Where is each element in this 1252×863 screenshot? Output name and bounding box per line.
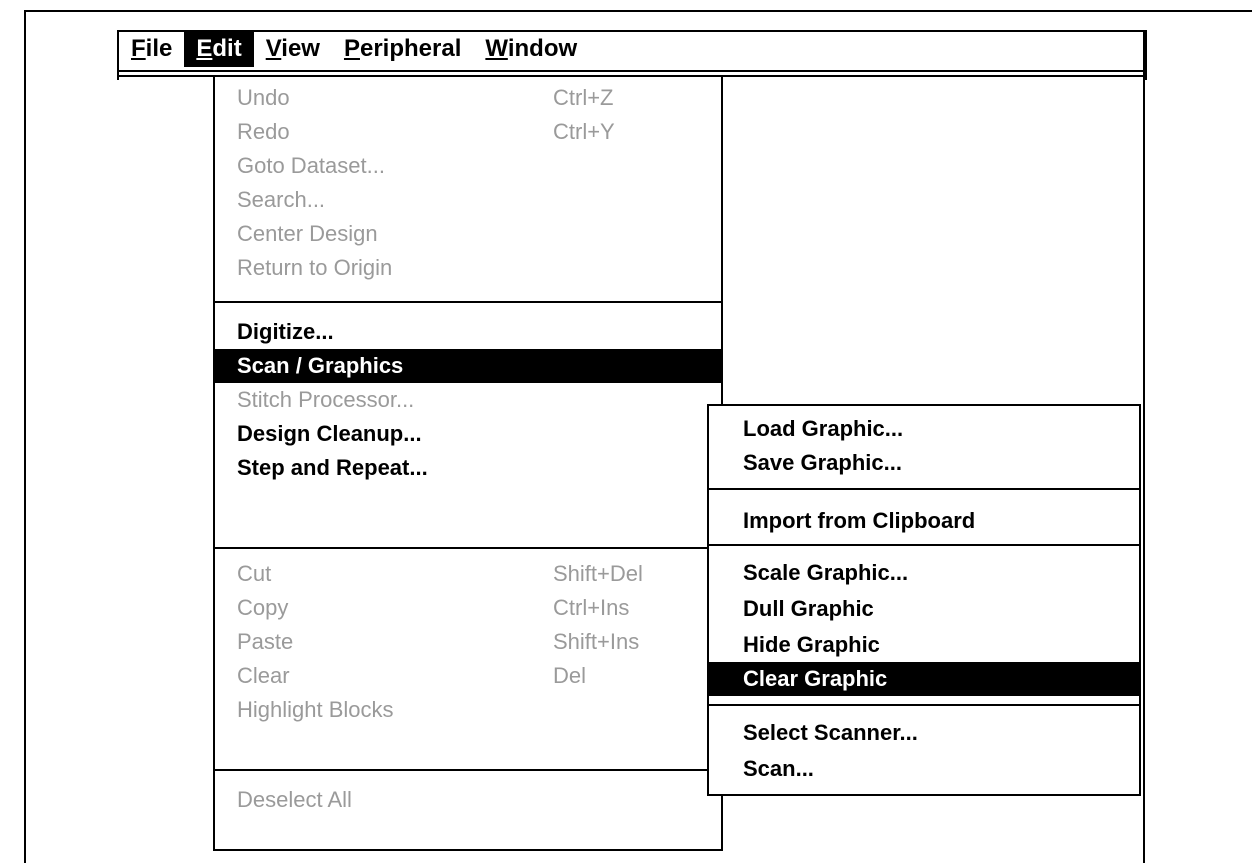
submenu-item-scan[interactable]: Scan... <box>709 752 1139 786</box>
menu-item-label: Scan... <box>743 756 814 781</box>
edit-dropdown: Undo Ctrl+Z Redo Ctrl+Y Goto Dataset... … <box>213 77 723 851</box>
menu-item-label: Stitch Processor... <box>237 387 415 412</box>
menu-item-label: Deselect All <box>237 787 352 812</box>
menubar-rule <box>117 70 1145 72</box>
submenu-item-import-clipboard[interactable]: Import from Clipboard <box>709 504 1139 538</box>
menu-separator <box>215 301 721 303</box>
menu-item-label: Load Graphic... <box>743 416 904 441</box>
submenu-item-load-graphic[interactable]: Load Graphic... <box>709 412 1139 446</box>
submenu-item-hide-graphic[interactable]: Hide Graphic <box>709 628 1139 662</box>
menu-item-label: Paste <box>237 629 294 654</box>
menu-item-label: Design Cleanup... <box>237 421 422 446</box>
menu-item-label: Undo <box>237 85 290 110</box>
outer-frame-top <box>24 10 1252 12</box>
menu-item-scan-graphics[interactable]: Scan / Graphics <box>215 349 721 383</box>
menu-item-digitize[interactable]: Digitize... <box>215 315 721 349</box>
menu-item-copy[interactable]: Copy Ctrl+Ins <box>215 591 721 625</box>
window-right-edge <box>1143 30 1145 863</box>
menu-item-shortcut: Ctrl+Ins <box>553 595 630 620</box>
menu-item-label: Highlight Blocks <box>237 697 394 722</box>
menu-item-label: Select Scanner... <box>743 720 918 745</box>
menu-item-design-cleanup[interactable]: Design Cleanup... <box>215 417 721 451</box>
menu-item-goto-dataset[interactable]: Goto Dataset... <box>215 149 721 183</box>
submenu-item-dull-graphic[interactable]: Dull Graphic <box>709 592 1139 626</box>
menu-item-label: Goto Dataset... <box>237 153 385 178</box>
menu-view[interactable]: View <box>254 31 332 67</box>
menu-item-label: Dull Graphic <box>743 596 874 621</box>
menu-separator <box>215 547 721 549</box>
menu-item-highlight-blocks[interactable]: Highlight Blocks <box>215 693 721 727</box>
menu-item-label: Import from Clipboard <box>743 508 976 533</box>
menu-item-label: Redo <box>237 119 290 144</box>
menu-item-stitch-processor[interactable]: Stitch Processor... <box>215 383 721 417</box>
menu-item-redo[interactable]: Redo Ctrl+Y <box>215 115 721 149</box>
submenu-item-select-scanner[interactable]: Select Scanner... <box>709 716 1139 750</box>
menu-item-label: Step and Repeat... <box>237 455 428 480</box>
menu-item-cut[interactable]: Cut Shift+Del <box>215 557 721 591</box>
menu-item-label: Copy <box>237 595 289 620</box>
submenu-item-save-graphic[interactable]: Save Graphic... <box>709 446 1139 480</box>
menu-item-label: Search... <box>237 187 326 212</box>
menu-item-shortcut: Del <box>553 663 587 688</box>
menu-window[interactable]: Window <box>473 31 589 67</box>
submenu-item-clear-graphic[interactable]: Clear Graphic <box>709 662 1139 696</box>
menu-separator <box>709 544 1139 546</box>
menu-item-label: Save Graphic... <box>743 450 902 475</box>
menu-separator <box>709 488 1139 490</box>
menu-item-undo[interactable]: Undo Ctrl+Z <box>215 81 721 115</box>
menu-item-label: Clear <box>237 663 290 688</box>
scan-graphics-submenu: Load Graphic... Save Graphic... Import f… <box>707 404 1141 796</box>
menu-item-shortcut: Ctrl+Z <box>553 85 614 110</box>
menu-separator <box>709 704 1139 706</box>
menu-item-deselect-all[interactable]: Deselect All <box>215 783 721 817</box>
menu-item-label: Cut <box>237 561 272 586</box>
menu-item-label: Scan / Graphics <box>237 353 404 378</box>
menu-file[interactable]: File <box>119 31 184 67</box>
menu-item-label: Clear Graphic <box>743 666 888 691</box>
menubar: File Edit View Peripheral Window <box>117 30 1145 68</box>
menu-item-shortcut: Shift+Del <box>553 561 643 586</box>
submenu-item-scale-graphic[interactable]: Scale Graphic... <box>709 556 1139 590</box>
menu-item-return-to-origin[interactable]: Return to Origin <box>215 251 721 285</box>
menu-item-paste[interactable]: Paste Shift+Ins <box>215 625 721 659</box>
menu-item-label: Center Design <box>237 221 378 246</box>
menu-item-label: Scale Graphic... <box>743 560 909 585</box>
menu-item-center-design[interactable]: Center Design <box>215 217 721 251</box>
menu-item-label: Return to Origin <box>237 255 393 280</box>
menu-item-shortcut: Shift+Ins <box>553 629 640 654</box>
menu-item-label: Hide Graphic <box>743 632 880 657</box>
menu-separator <box>215 769 721 771</box>
outer-frame-left <box>24 10 26 863</box>
menu-item-clear[interactable]: Clear Del <box>215 659 721 693</box>
menu-item-label: Digitize... <box>237 319 334 344</box>
menu-item-shortcut: Ctrl+Y <box>553 119 615 144</box>
menu-item-step-and-repeat[interactable]: Step and Repeat... <box>215 451 721 485</box>
menu-peripheral[interactable]: Peripheral <box>332 31 473 67</box>
menu-edit[interactable]: Edit <box>184 31 254 67</box>
menu-item-search[interactable]: Search... <box>215 183 721 217</box>
